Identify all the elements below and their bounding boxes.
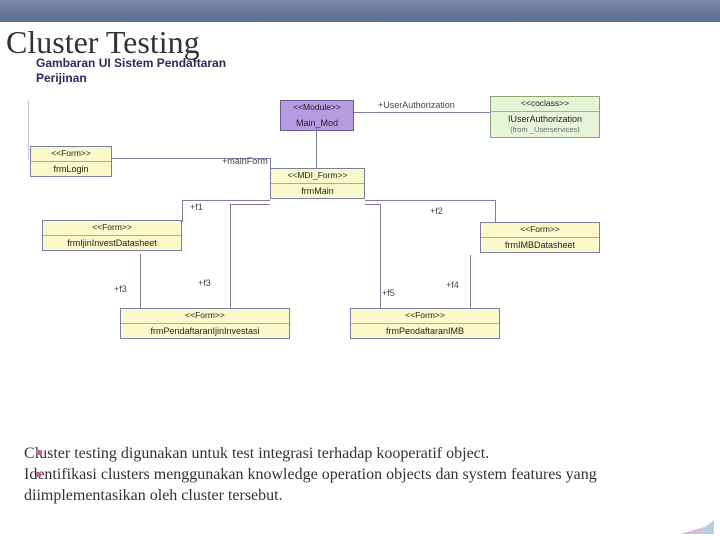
uml-diagram: <<Module>> Main_Mod <<coclass>> IUserAut… [30,60,640,390]
box-iuserauth: <<coclass>> IUserAuthorization (from _Us… [490,96,600,138]
edge [354,112,490,113]
box-main-mod: <<Module>> Main_Mod [280,100,354,131]
paragraph-1: Cluster testing digunakan untuk test int… [24,444,684,465]
stereotype: <<Form>> [121,309,289,324]
stereotype: <<coclass>> [491,97,599,112]
edge [182,200,183,222]
edge [270,158,271,180]
paragraph-2: Identifikasi clusters menggunakan knowle… [24,465,684,507]
title-bar [0,0,720,22]
body-copy: Cluster testing digunakan untuk test int… [24,444,684,506]
edge [230,204,270,205]
edge [182,200,270,201]
edge [365,200,495,201]
edge [140,254,141,308]
corner-decoration [674,502,714,534]
label-f2: +f2 [430,206,443,216]
edge [365,204,380,205]
box-frmimbds: <<Form>> frmIMBDatasheet [480,222,600,253]
class-name: frmIjinInvestDatasheet [43,236,181,250]
box-frmlogin: <<Form>> frmLogin [30,146,112,177]
class-name: IUserAuthorization [491,112,599,126]
class-name: Main_Mod [281,116,353,130]
box-frmijininvest: <<Form>> frmIjinInvestDatasheet [42,220,182,251]
bullet-icon [36,472,41,477]
from-note: (from _Userservices) [491,126,599,137]
label-userauth: +UserAuthorization [378,100,455,110]
edge [316,128,317,168]
group-border [28,100,29,160]
edge [380,204,381,308]
class-name: frmIMBDatasheet [481,238,599,252]
edge [230,204,231,308]
stereotype: <<Form>> [481,223,599,238]
class-name: frmPendaftaranIjinInvestasi [121,324,289,338]
stereotype: <<Form>> [351,309,499,324]
label-f1: +f1 [190,202,203,212]
edge [495,200,496,222]
edge [470,255,471,308]
stereotype: <<MDI_Form>> [271,169,364,184]
class-name: frmLogin [31,162,111,176]
box-frmpendijin: <<Form>> frmPendaftaranIjinInvestasi [120,308,290,339]
stereotype: <<Form>> [31,147,111,162]
stereotype: <<Module>> [281,101,353,116]
label-mainform: +mainForm [222,156,268,166]
class-name: frmPendaftaranIMB [351,324,499,338]
bullet-icon [36,450,41,455]
class-name: frmMain [271,184,364,198]
box-frmmain: <<MDI_Form>> frmMain [270,168,365,199]
label-f3a: +f3 [114,284,127,294]
label-f4: +f4 [446,280,459,290]
label-f5: +f5 [382,288,395,298]
label-f3b: +f3 [198,278,211,288]
stereotype: <<Form>> [43,221,181,236]
box-frmpendimb: <<Form>> frmPendaftaranIMB [350,308,500,339]
